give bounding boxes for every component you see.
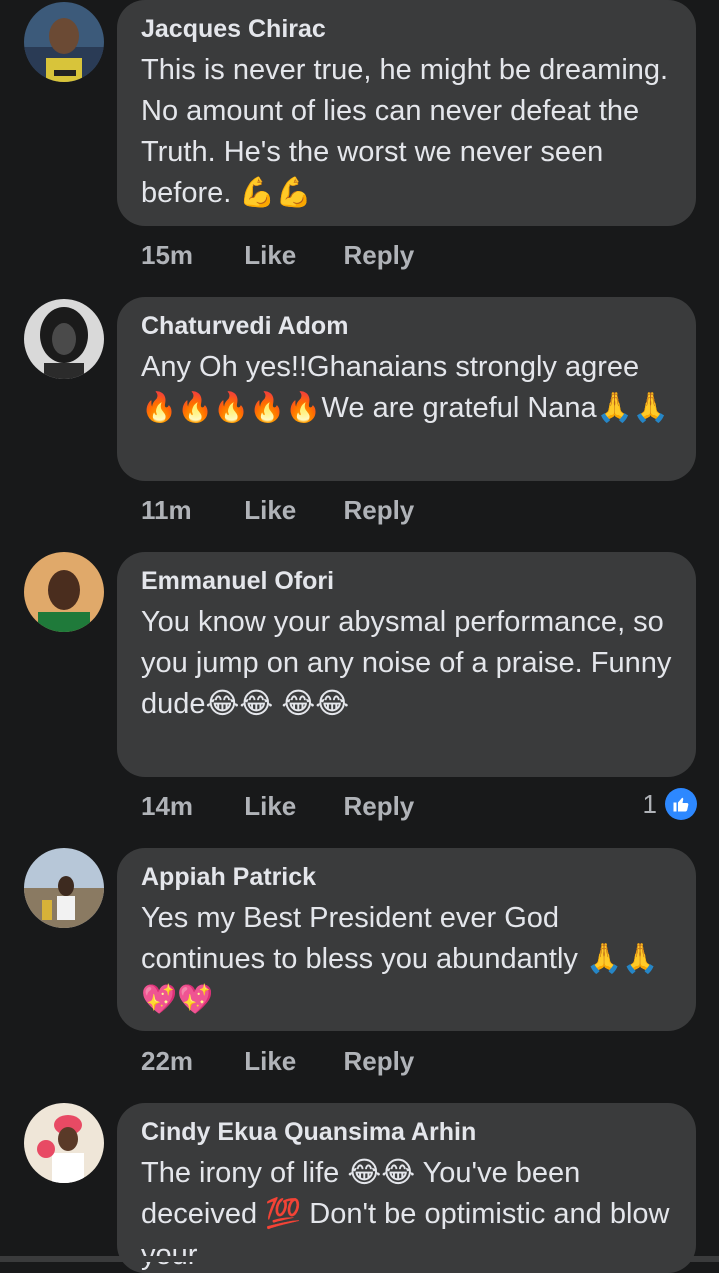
comment-author[interactable]: Chaturvedi Adom <box>141 311 676 341</box>
reply-button[interactable]: Reply <box>343 1046 414 1077</box>
comment-author[interactable]: Jacques Chirac <box>141 14 676 44</box>
like-button[interactable]: Like <box>244 1046 336 1077</box>
avatar[interactable] <box>24 848 104 928</box>
comment-actions: 15m Like Reply <box>141 240 414 271</box>
comment-text: The irony of life 😂😂 You've been deceive… <box>141 1157 670 1271</box>
comment-text: Yes my Best President ever God continues… <box>141 902 659 1016</box>
comment-time[interactable]: 15m <box>141 240 237 271</box>
bottom-divider <box>0 1256 719 1262</box>
avatar[interactable] <box>24 299 104 379</box>
comment-bubble: Jacques Chirac This is never true, he mi… <box>117 0 696 226</box>
reaction-count: 1 <box>642 788 657 819</box>
reaction-summary[interactable]: 1 <box>643 788 697 820</box>
comment-actions: 22m Like Reply <box>141 1046 414 1077</box>
avatar[interactable] <box>24 552 104 632</box>
comment-text: You know your abysmal performance, so yo… <box>141 606 672 720</box>
comment-bubble: Appiah Patrick Yes my Best President eve… <box>117 848 696 1031</box>
like-button[interactable]: Like <box>244 791 336 822</box>
comment-time[interactable]: 14m <box>141 791 237 822</box>
comment-time[interactable]: 22m <box>141 1046 237 1077</box>
comment-text: Any Oh yes!!Ghanaians strongly agree 🔥🔥🔥… <box>141 351 669 424</box>
like-button[interactable]: Like <box>244 495 336 526</box>
comment-bubble: Cindy Ekua Quansima Arhin The irony of l… <box>117 1103 696 1273</box>
thumbs-up-icon <box>665 788 697 820</box>
comment-bubble: Chaturvedi Adom Any Oh yes!!Ghanaians st… <box>117 297 696 481</box>
comment-author[interactable]: Emmanuel Ofori <box>141 566 676 596</box>
comment-author[interactable]: Cindy Ekua Quansima Arhin <box>141 1117 676 1147</box>
reply-button[interactable]: Reply <box>343 495 414 526</box>
comment-actions: 14m Like Reply <box>141 791 414 822</box>
comment-actions: 11m Like Reply <box>141 495 414 526</box>
comment-text: This is never true, he might be dreaming… <box>141 54 669 209</box>
avatar[interactable] <box>24 2 104 82</box>
reply-button[interactable]: Reply <box>343 791 414 822</box>
like-button[interactable]: Like <box>244 240 336 271</box>
comment-bubble: Emmanuel Ofori You know your abysmal per… <box>117 552 696 777</box>
reply-button[interactable]: Reply <box>343 240 414 271</box>
comment-time[interactable]: 11m <box>141 495 237 526</box>
avatar[interactable] <box>24 1103 104 1183</box>
comment-author[interactable]: Appiah Patrick <box>141 862 676 892</box>
